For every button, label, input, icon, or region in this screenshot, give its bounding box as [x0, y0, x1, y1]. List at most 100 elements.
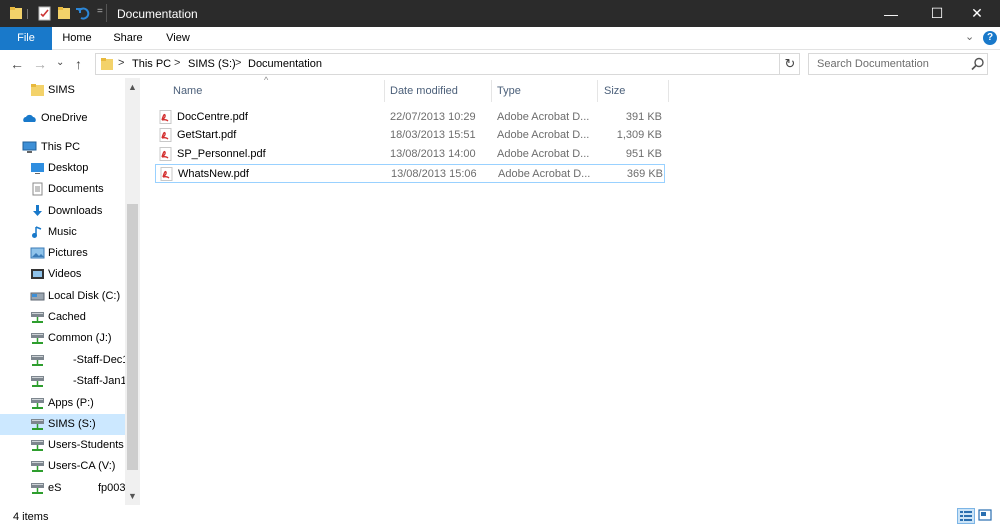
file-row[interactable]: SP_Personnel.pdf 13/08/2013 14:00 Adobe Ac…: [155, 145, 665, 164]
nav-item-downloads[interactable]: Downloads: [0, 201, 125, 222]
pdf-file-icon: [160, 167, 173, 181]
nav-item-fp003[interactable]: fp003: [0, 478, 126, 499]
nav-item-this-pc[interactable]: This PC: [0, 137, 125, 158]
file-size: 1,309 KB: [616, 129, 662, 141]
nav-item-apps-p[interactable]: Apps (P:): [0, 393, 125, 414]
local-disk-icon: [30, 292, 45, 301]
nav-item-label: Local Disk (C:): [48, 290, 121, 302]
nav-item-label: Music: [48, 226, 77, 238]
file-row[interactable]: DocCentre.pdf 22/07/2013 10:29 Adobe Acrob…: [155, 108, 665, 127]
nav-item-users-ca-v[interactable]: Users-CA (V:): [0, 456, 125, 477]
column-header-name[interactable]: Name: [173, 80, 202, 102]
nav-item-desktop[interactable]: Desktop: [0, 158, 125, 179]
tab-share[interactable]: Share: [102, 27, 154, 50]
column-divider[interactable]: [668, 80, 669, 102]
column-divider[interactable]: [597, 80, 598, 102]
nav-item-local-disk-c[interactable]: Local Disk (C:): [0, 286, 125, 307]
nav-item-sims[interactable]: SIMS: [0, 80, 125, 101]
folder-icon: [31, 84, 44, 96]
network-drive-icon: [31, 312, 44, 323]
nav-item-onedrive[interactable]: OneDrive: [0, 108, 125, 129]
nav-item-cached[interactable]: Cached: [0, 307, 125, 328]
nav-item-common-j[interactable]: Common (J:): [0, 328, 125, 349]
downloads-icon: [33, 205, 42, 216]
breadcrumb-separator[interactable]: >: [174, 57, 180, 69]
search-box: [808, 53, 988, 75]
expand-ribbon-button[interactable]: ⌄: [965, 30, 974, 43]
file-size: 369 KB: [626, 168, 663, 180]
quick-access-dropdown[interactable]: =: [97, 6, 103, 17]
close-button[interactable]: ✕: [954, 0, 1000, 27]
up-button[interactable]: ↑: [75, 56, 82, 72]
column-header-date-modified[interactable]: Date modified: [390, 80, 458, 102]
breadcrumb-sims[interactable]: SIMS (S:): [188, 58, 236, 70]
nav-item-label: SIMS (S:): [48, 418, 96, 430]
onedrive-icon: [23, 114, 36, 122]
breadcrumb-documentation[interactable]: Documentation: [248, 58, 322, 70]
column-header-size[interactable]: Size: [604, 80, 625, 102]
tab-file[interactable]: File: [0, 27, 52, 50]
breadcrumb-separator[interactable]: >: [118, 57, 124, 69]
nav-item-label: Users-Students (: [48, 439, 131, 451]
nav-item-users-students[interactable]: Users-Students (: [0, 435, 131, 456]
undo-icon[interactable]: [76, 6, 90, 20]
scroll-down-button[interactable]: ▼: [128, 491, 137, 501]
scroll-up-button[interactable]: ▲: [128, 82, 137, 92]
file-row[interactable]: WhatsNew.pdf 13/08/2013 15:06 Adobe Acroba…: [155, 164, 665, 183]
file-row[interactable]: GetStart.pdf 18/03/2013 15:51 Adobe Acroba…: [155, 126, 665, 145]
file-date-modified: 13/08/2013 15:06: [391, 168, 477, 180]
network-drive-icon: [31, 398, 44, 409]
minimize-button[interactable]: —: [868, 0, 914, 27]
new-folder-icon[interactable]: [57, 6, 71, 20]
details-view-button[interactable]: [957, 508, 975, 524]
scrollbar-thumb[interactable]: [127, 204, 138, 470]
column-divider[interactable]: [491, 80, 492, 102]
details-view-icon: [960, 511, 972, 521]
nav-item-label: Cached: [48, 311, 86, 323]
nav-item-label: Users-CA (V:): [48, 460, 116, 472]
nav-pane-scrollbar[interactable]: ▲ ▼: [125, 78, 140, 505]
separator-icon: [27, 9, 28, 19]
column-header-type[interactable]: Type: [497, 80, 521, 102]
back-button[interactable]: ←: [10, 56, 24, 72]
title-bar: = Documentation — ☐ ✕: [0, 0, 1000, 27]
file-date-modified: 13/08/2013 14:00: [390, 148, 476, 160]
nav-item-pictures[interactable]: Pictures: [0, 243, 125, 264]
search-icon[interactable]: [971, 57, 985, 71]
properties-icon[interactable]: [38, 6, 52, 21]
tab-view[interactable]: View: [154, 27, 202, 50]
breadcrumb-this-pc[interactable]: This PC: [132, 58, 171, 70]
tab-home[interactable]: Home: [52, 27, 102, 50]
nav-item-label: fp003: [98, 482, 126, 494]
pictures-icon: [30, 247, 45, 259]
network-drive-icon: [31, 376, 44, 387]
address-bar[interactable]: > This PC > SIMS (S:) > Documentation ⌄: [95, 53, 868, 75]
network-drive-icon: [31, 419, 44, 430]
videos-icon: [31, 269, 44, 279]
nav-item-label: Videos: [48, 268, 82, 280]
recent-locations-button[interactable]: ⌄: [56, 57, 64, 68]
nav-item-sims-s[interactable]: SIMS (S:): [0, 414, 125, 435]
help-button[interactable]: ?: [983, 31, 997, 45]
file-type: Adobe Acrobat D...: [498, 168, 591, 180]
nav-item-label: Common (J:): [48, 332, 112, 344]
file-name: DocCentre.pdf: [177, 111, 248, 123]
nav-item-documents[interactable]: Documents: [0, 179, 125, 200]
breadcrumb-separator[interactable]: >: [235, 57, 241, 69]
search-input[interactable]: [809, 54, 964, 74]
nav-item-label: -Staff-Dec1: [73, 354, 129, 366]
window-title: Documentation: [117, 7, 198, 21]
nav-item-staff-dec1[interactable]: -Staff-Dec1: [0, 350, 129, 371]
title-separator: [106, 4, 107, 22]
nav-item-music[interactable]: Music: [0, 222, 125, 243]
large-icons-view-button[interactable]: [977, 508, 995, 524]
network-drive-icon: [31, 440, 44, 451]
forward-button[interactable]: →: [33, 56, 47, 72]
nav-item-label: This PC: [41, 141, 81, 153]
nav-item-staff-jan14[interactable]: -Staff-Jan14: [0, 371, 133, 392]
refresh-button[interactable]: ↻: [779, 53, 800, 75]
folder-icon: [101, 58, 113, 70]
nav-item-videos[interactable]: Videos: [0, 264, 125, 285]
column-divider[interactable]: [384, 80, 385, 102]
documents-icon: [32, 182, 43, 196]
